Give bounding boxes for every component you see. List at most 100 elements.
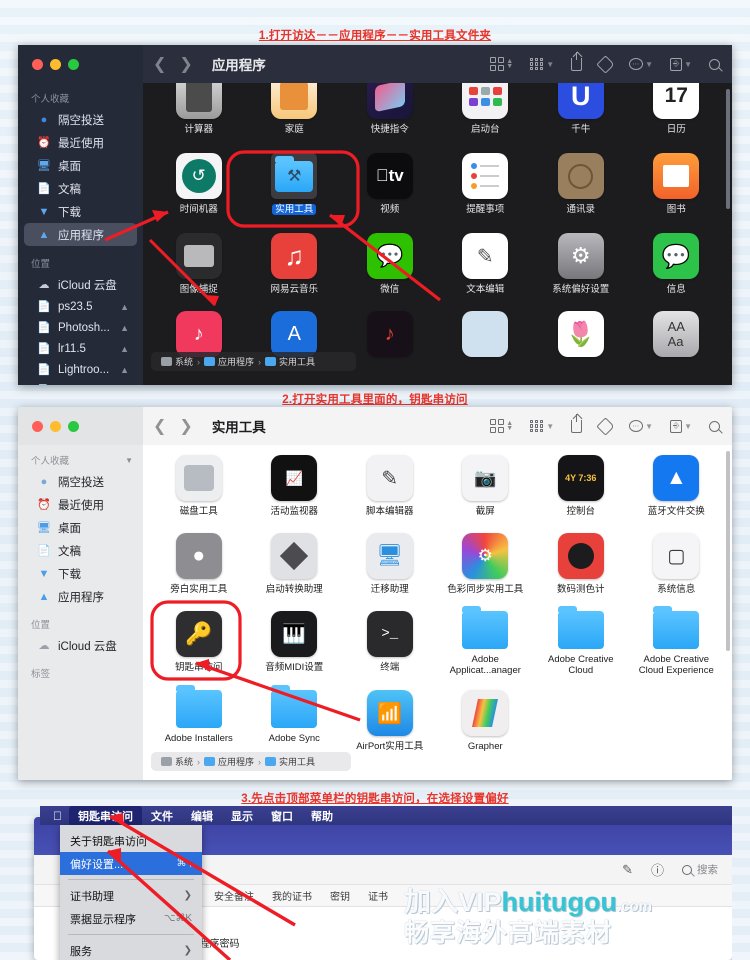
menu-item-preferences[interactable]: 偏好设置... ⌘ , — [60, 852, 202, 875]
maximize-button[interactable] — [68, 58, 79, 70]
pathbar-crumb[interactable]: 系统 — [161, 355, 193, 368]
app-item[interactable]: 🎹 音频MIDI设置 — [247, 605, 343, 676]
app-item[interactable]: ✎ 文本编辑 — [438, 227, 534, 295]
app-item[interactable]: 通讯录 — [533, 147, 629, 215]
tag-icon[interactable] — [596, 416, 615, 436]
chevron-down-icon[interactable]: ▼ — [125, 456, 133, 465]
keychain-access-menu-dropdown[interactable]: 关于钥匙串访问 偏好设置... ⌘ , 证书助理 ❯ 票据显示程序 ⌥⌘K 服务… — [60, 825, 202, 960]
app-item[interactable]: 计算器 — [151, 83, 247, 135]
app-item[interactable]: Grapher — [438, 684, 534, 752]
app-item-keychain[interactable]: 🔑 钥匙串访问 — [151, 605, 247, 676]
app-item[interactable]: ⚙ 系统偏好设置 — [533, 227, 629, 295]
maximize-button[interactable] — [68, 420, 79, 432]
menu-item-about[interactable]: 关于钥匙串访问 — [60, 829, 202, 852]
pathbar-crumb[interactable]: 系统 — [161, 755, 193, 768]
app-item[interactable]: ♪ — [151, 305, 247, 357]
share-icon[interactable] — [571, 51, 583, 71]
app-item[interactable]: 数码测色计 — [533, 527, 629, 595]
app-item[interactable]: 📈 活动监视器 — [247, 449, 343, 517]
app-item[interactable]: AA Aa — [629, 305, 725, 357]
search-icon[interactable] — [709, 420, 720, 432]
app-item[interactable]: ⚙ 色彩同步实用工具 — [438, 527, 534, 595]
app-item[interactable]: ♫ 网易云音乐 — [247, 227, 343, 295]
app-item[interactable]: 17 日历 — [629, 83, 725, 135]
app-item[interactable]: 启动转换助理 — [247, 527, 343, 595]
app-item[interactable]: 提醒事项 — [438, 147, 534, 215]
compose-icon[interactable]: ✎ — [622, 862, 633, 878]
eject-icon[interactable]: ▲ — [120, 302, 129, 312]
app-item[interactable]: 磁盘工具 — [151, 449, 247, 517]
sidebar-item-icloud[interactable]: ☁ iCloud 云盘 — [24, 634, 137, 657]
sidebar-item-disk-photoshop[interactable]: 📄 Photosh... ▲ — [24, 317, 137, 338]
keychain-search-field[interactable]: 搜索 — [682, 862, 718, 877]
menu-help[interactable]: 帮助 — [302, 806, 342, 826]
app-item[interactable]: 图像捕捉 — [151, 227, 247, 295]
app-item-utilities[interactable]: ⚒ 实用工具 — [247, 147, 343, 215]
pathbar-crumb[interactable]: 应用程序 — [204, 755, 254, 768]
menu-edit[interactable]: 编辑 — [182, 806, 222, 826]
app-item[interactable]: 启动台 — [438, 83, 534, 135]
tab-keys[interactable]: 密钥 — [330, 888, 350, 903]
sidebar-item-documents[interactable]: 📄 文稿 — [24, 539, 137, 562]
app-item[interactable]: 📶 AirPort实用工具 — [342, 684, 438, 752]
app-item[interactable]: 图书 — [629, 147, 725, 215]
app-item[interactable]: Adobe Sync — [247, 684, 343, 752]
view-options-icon[interactable]: ▼ — [530, 57, 554, 71]
sidebar-item-desktop[interactable]: 🖥 桌面 — [24, 154, 137, 177]
app-item[interactable]: 🖥 迁移助理 — [342, 527, 438, 595]
app-item[interactable]: ▢ 系统信息 — [629, 527, 725, 595]
app-item[interactable]: Adobe Creative Cloud — [533, 605, 629, 676]
sidebar-item-documents[interactable]: 📄 文稿 — [24, 177, 137, 200]
window1-traffic-lights[interactable] — [18, 45, 143, 83]
app-item[interactable]: U 千牛 — [533, 83, 629, 135]
app-item[interactable] — [438, 305, 534, 357]
sidebar-item-airdrop[interactable]: ● 隔空投送 — [24, 108, 137, 131]
sidebar-item-recents[interactable]: ⏰ 最近使用 — [24, 493, 137, 516]
view-options-icon[interactable]: ▼ — [530, 419, 554, 433]
minimize-button[interactable] — [50, 420, 61, 432]
app-item[interactable]: ● 旁白实用工具 — [151, 527, 247, 595]
menu-item-services[interactable]: 服务 ❯ — [60, 939, 202, 960]
eject-icon[interactable]: ▲ — [120, 344, 129, 354]
forward-icon[interactable]: ❯ — [179, 54, 192, 74]
back-icon[interactable]: ❮ — [153, 54, 166, 74]
sidebar-item-airdrop[interactable]: ● 隔空投送 — [24, 470, 137, 493]
sidebar-item-disk-ae[interactable]: 📄 ae 22.6 ▲ — [24, 380, 137, 386]
sidebar-item-disk-lightroom[interactable]: 📄 Lightroo... ▲ — [24, 359, 137, 380]
share-icon[interactable] — [571, 413, 583, 433]
sidebar-item-applications[interactable]: ▲ 应用程序 — [24, 585, 137, 608]
sidebar-item-desktop[interactable]: 🖥 桌面 — [24, 516, 137, 539]
sidebar-item-downloads[interactable]: ▼ 下载 — [24, 200, 137, 223]
quick-actions-icon[interactable]: ⎆ ▼ — [670, 57, 692, 71]
window2-traffic-lights[interactable] — [18, 407, 143, 445]
search-icon[interactable] — [709, 58, 720, 70]
sidebar-item-disk-lr[interactable]: 📄 lr11.5 ▲ — [24, 338, 137, 359]
sidebar-item-downloads[interactable]: ▼ 下载 — [24, 562, 137, 585]
mac-menubar[interactable]:  钥匙串访问 文件 编辑 显示 窗口 帮助 — [40, 806, 732, 826]
app-item[interactable]: >_ 终端 — [342, 605, 438, 676]
app-item[interactable]: 📷 截屏 — [438, 449, 534, 517]
sidebar-item-applications[interactable]: ▲ 应用程序 — [24, 223, 137, 246]
more-actions-icon[interactable]: ⋯ ▼ — [629, 420, 653, 432]
menu-item-ticket-viewer[interactable]: 票据显示程序 ⌥⌘K — [60, 907, 202, 930]
tab-secure-notes[interactable]: 安全备注 — [214, 888, 254, 903]
app-item[interactable]: Adobe Creative Cloud Experience — [629, 605, 725, 676]
sidebar-item-icloud[interactable]: ☁ iCloud 云盘 — [24, 273, 137, 296]
window2-scrollbar[interactable] — [726, 451, 730, 651]
sidebar-item-recents[interactable]: ⏰ 最近使用 — [24, 131, 137, 154]
pathbar-crumb[interactable]: 实用工具 — [265, 355, 315, 368]
app-item[interactable]: A — [247, 305, 343, 357]
tag-icon[interactable] — [596, 54, 615, 74]
window1-scrollbar[interactable] — [726, 89, 730, 209]
sidebar-item-disk-ps[interactable]: 📄 ps23.5 ▲ — [24, 296, 137, 317]
app-item[interactable]: tv 视频 — [342, 147, 438, 215]
eject-icon[interactable]: ▲ — [120, 365, 129, 375]
close-button[interactable] — [32, 420, 43, 432]
app-item[interactable]: Adobe Applicat...anager — [438, 605, 534, 676]
app-item[interactable]: 💬 微信 — [342, 227, 438, 295]
app-item[interactable]: 4Y 7:36 控制台 — [533, 449, 629, 517]
menu-view[interactable]: 显示 — [222, 806, 262, 826]
minimize-button[interactable] — [50, 58, 61, 70]
app-item[interactable]: ▲ 蓝牙文件交换 — [629, 449, 725, 517]
info-icon[interactable]: ⓘ — [651, 860, 664, 879]
